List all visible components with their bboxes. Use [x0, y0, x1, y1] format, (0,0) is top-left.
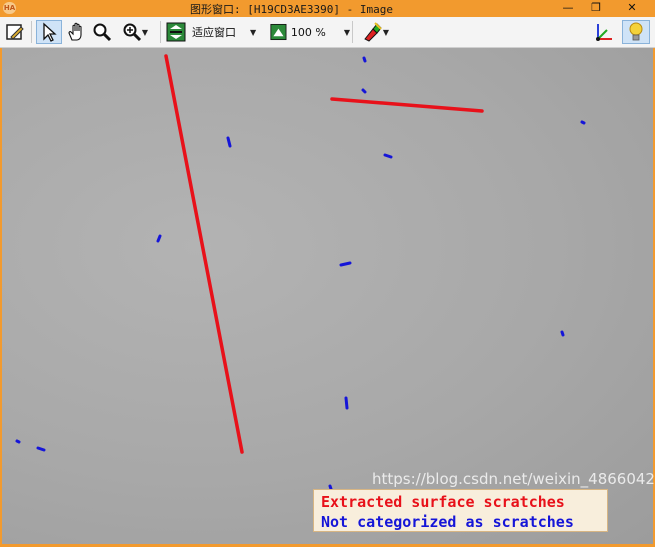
zoom-icon: [93, 23, 112, 42]
paint-icon: [364, 22, 382, 42]
toolbar: ▼ 适应窗口 ▼ 100 % ▼ ▼: [0, 17, 655, 48]
draw-icon: [6, 24, 24, 40]
fit-window-dropdown[interactable]: 适应窗口 ▼: [166, 20, 266, 44]
pan-button[interactable]: [64, 20, 88, 44]
zoom-level-dropdown[interactable]: 100 % ▼: [270, 20, 350, 44]
hand-icon: [68, 22, 82, 41]
legend-non-scratches: Not categorized as scratches: [321, 513, 574, 531]
minimize-button[interactable]: —: [555, 0, 581, 17]
chevron-down-icon: ▼: [343, 27, 350, 37]
defect-blob: [362, 56, 367, 63]
defect-blob: [339, 261, 352, 267]
defect-blob: [36, 446, 46, 452]
axes-icon: [596, 24, 612, 41]
title-bar: HA 图形窗口: [H19CD3AE3390] - Image — ❐ ✕: [0, 0, 655, 17]
pointer-button[interactable]: [36, 20, 62, 44]
toolbar-separator: [352, 21, 353, 43]
legend-scratches: Extracted surface scratches: [321, 493, 565, 511]
lightbulb-button[interactable]: [622, 20, 650, 44]
zoom-in-dropdown[interactable]: ▼: [116, 20, 154, 44]
defect-blob: [580, 120, 586, 125]
close-button[interactable]: ✕: [612, 0, 652, 17]
fit-window-label: 适应窗口: [192, 26, 236, 39]
legend-box: Extracted surface scratches Not categori…: [313, 489, 608, 532]
chevron-down-icon: ▼: [141, 27, 149, 37]
draw-button[interactable]: [3, 20, 27, 44]
toolbar-separator: [160, 21, 161, 43]
zoom-100-icon: [270, 23, 287, 41]
defect-blob: [361, 88, 367, 94]
toolbar-separator: [31, 21, 32, 43]
zoom-button[interactable]: [90, 20, 114, 44]
chevron-down-icon: ▼: [382, 27, 390, 37]
scratch-line: [330, 97, 484, 113]
chevron-down-icon: ▼: [250, 27, 257, 37]
defect-blob: [383, 153, 393, 159]
paint-dropdown[interactable]: ▼: [356, 20, 394, 44]
zoom-in-icon: [123, 23, 141, 42]
zoom-level-label: 100 %: [290, 25, 326, 39]
pointer-icon: [43, 22, 57, 42]
fit-window-icon: [166, 22, 186, 42]
defect-blob: [560, 330, 565, 337]
lightbulb-icon: [629, 22, 643, 41]
defect-blob: [226, 136, 232, 148]
scratch-line: [164, 54, 244, 454]
defect-blob: [344, 396, 349, 410]
axes-button[interactable]: [590, 20, 616, 44]
window-title: 图形窗口: [H19CD3AE3390] - Image: [190, 3, 393, 16]
watermark: https://blog.csdn.net/weixin_48660420: [372, 470, 655, 488]
app-logo-icon: HA: [3, 2, 16, 14]
defect-blob: [156, 234, 162, 243]
defect-blob: [15, 439, 21, 444]
maximize-button[interactable]: ❐: [583, 0, 609, 17]
